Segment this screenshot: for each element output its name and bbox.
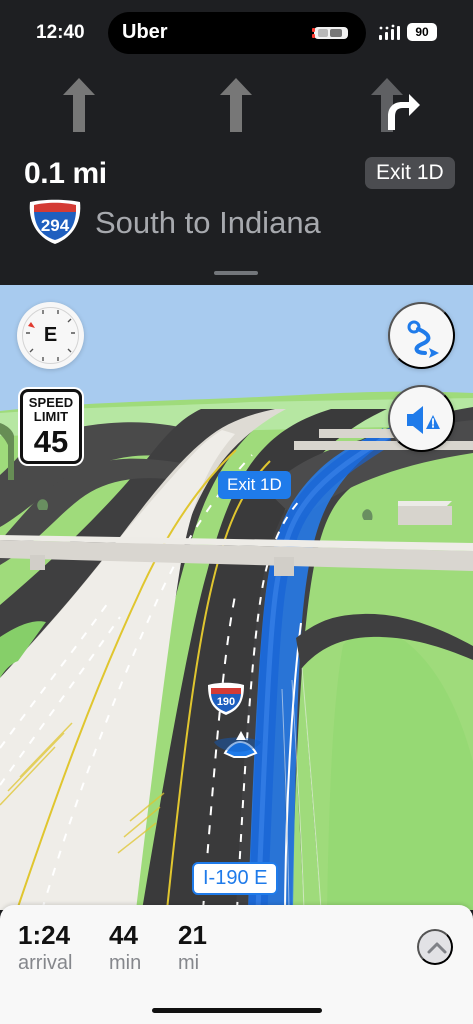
status-bar: 12:40 Uber 90 bbox=[0, 0, 473, 62]
map-exit-label: Exit 1D bbox=[218, 471, 291, 499]
route-overview-button[interactable] bbox=[388, 302, 455, 369]
map-view[interactable]: 190 bbox=[0, 285, 473, 910]
car-icon bbox=[312, 27, 348, 39]
duration-label: min bbox=[109, 952, 142, 974]
audio-alert-button[interactable] bbox=[388, 385, 455, 452]
map-highway-marker: 190 bbox=[217, 696, 235, 708]
navigation-header: 12:40 Uber 90 0.1 mi Exit 1D 294 South t… bbox=[0, 0, 473, 285]
header-grabber[interactable] bbox=[214, 271, 258, 275]
speed-limit-sign: SPEED LIMIT 45 bbox=[20, 389, 82, 464]
compass-heading: E bbox=[43, 324, 58, 346]
status-time: 12:40 bbox=[36, 22, 85, 43]
arrival-summary: 1:24 arrival bbox=[18, 920, 72, 975]
highway-3d-map[interactable]: 190 bbox=[0, 285, 473, 910]
dynamic-island[interactable]: Uber bbox=[108, 12, 366, 54]
battery-icon: 90 bbox=[407, 23, 437, 41]
home-indicator[interactable] bbox=[152, 1008, 322, 1013]
arrival-label: arrival bbox=[18, 952, 73, 974]
trip-summary-card[interactable]: 1:24 arrival 44 min 21 mi bbox=[0, 905, 473, 1024]
exit-badge: Exit 1D bbox=[365, 157, 455, 189]
turn-distance: 0.1 mi bbox=[24, 157, 107, 190]
duration-summary: 44 min bbox=[109, 920, 141, 975]
right-turn-arrow-icon bbox=[388, 94, 420, 130]
expand-trip-button[interactable] bbox=[417, 929, 453, 965]
current-road-label: I-190 E bbox=[192, 862, 279, 895]
distance-value: 21 bbox=[178, 920, 207, 950]
signal-icon bbox=[379, 24, 400, 40]
compass[interactable]: E bbox=[17, 302, 84, 369]
straight-arrow-icon bbox=[220, 78, 252, 132]
straight-arrow-icon bbox=[63, 78, 95, 132]
arrival-time: 1:24 bbox=[18, 920, 71, 950]
speaker-alert-icon bbox=[407, 406, 440, 434]
uber-live-activity-label: Uber bbox=[122, 21, 168, 43]
route-overview-icon bbox=[407, 320, 439, 358]
duration-value: 44 bbox=[109, 920, 138, 950]
navigation-screen: 12:40 Uber 90 0.1 mi Exit 1D 294 South t… bbox=[0, 0, 473, 1024]
turn-instruction: South to Indiana bbox=[95, 205, 321, 240]
interstate-shield-icon: 294 bbox=[29, 199, 81, 244]
chevron-up-icon bbox=[427, 942, 447, 954]
distance-summary: 21 mi bbox=[178, 920, 207, 975]
speed-limit-label: LIMIT bbox=[33, 409, 69, 424]
speed-limit-label: SPEED bbox=[28, 395, 74, 410]
speed-limit-value: 45 bbox=[33, 424, 69, 459]
distance-label: mi bbox=[178, 952, 200, 974]
route-shield-number: 294 bbox=[41, 216, 70, 235]
